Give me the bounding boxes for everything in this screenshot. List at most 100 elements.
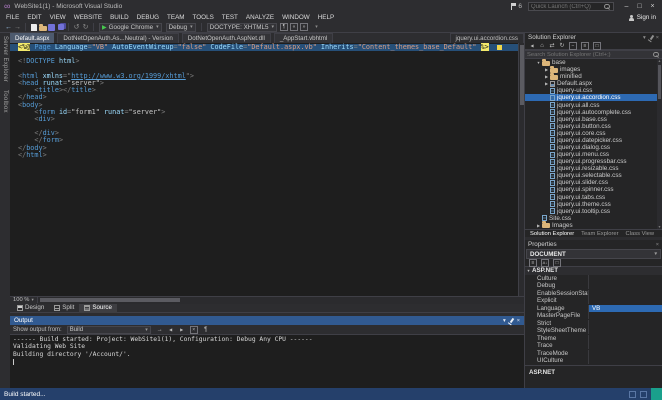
tree-item-jquery-ui-resizable-css[interactable]: jquery.ui.resizable.css (525, 165, 662, 172)
tab-default-aspx[interactable]: Default.aspx (10, 33, 55, 43)
editor-horizontal-scrollbar[interactable] (37, 296, 524, 304)
tree-item-images[interactable]: ▶ Images (525, 221, 662, 229)
uncomment-icon[interactable]: » (299, 23, 308, 31)
new-file-icon[interactable] (29, 23, 38, 32)
window-position-chevron-icon[interactable]: ▾ (643, 35, 646, 41)
properties-object-combo[interactable]: DOCUMENT ▾ (526, 249, 661, 259)
source-view-button[interactable]: Source (79, 302, 117, 313)
tree-item-jquery-ui-selectable-css[interactable]: jquery.ui.selectable.css (525, 172, 662, 179)
menu-item-analyze[interactable]: ANALYZE (242, 13, 278, 22)
pin-icon[interactable] (649, 34, 655, 41)
sign-in-link[interactable]: Sign in (637, 14, 656, 21)
property-row-debug[interactable]: Debug (525, 282, 662, 290)
property-value[interactable] (589, 320, 662, 328)
menu-item-debug[interactable]: DEBUG (133, 13, 163, 22)
show-all-files-icon[interactable]: ≡ (581, 41, 589, 50)
tree-item-base[interactable]: ▼ base (525, 59, 662, 66)
property-row-culture[interactable]: Culture (525, 274, 662, 283)
tree-item-jquery-ui-dialog-css[interactable]: jquery.ui.dialog.css (525, 144, 662, 151)
property-value[interactable] (589, 350, 662, 358)
sync-with-active-document-icon[interactable]: ↻ (558, 42, 566, 50)
code-line[interactable]: <%@ Page Language="VB" AutoEventWireup="… (10, 43, 524, 52)
pin-icon[interactable] (509, 317, 515, 324)
collapse-all-icon[interactable]: − (569, 41, 577, 50)
scroll-up-icon[interactable]: ▲ (658, 59, 661, 63)
search-input[interactable] (527, 51, 653, 58)
tree-item-jquery-ui-slider-css[interactable]: jquery.ui.slider.css (525, 179, 662, 186)
property-pages-icon[interactable]: □ (553, 258, 561, 267)
tree-item-jquery-ui-progressbar-css[interactable]: jquery.ui.progressbar.css (525, 158, 662, 165)
tab-appstart-vbhtml[interactable]: _AppStart.vbhtml (273, 33, 334, 43)
save-all-icon[interactable] (56, 23, 65, 32)
goto-message-icon[interactable]: → (156, 326, 164, 334)
menu-item-website[interactable]: WEBSITE (70, 13, 106, 22)
navigate-back-icon[interactable]: ← (4, 23, 13, 32)
code-line[interactable]: </div> (10, 130, 524, 137)
tree-item-jquery-ui-tabs-css[interactable]: jquery.ui.tabs.css (525, 193, 662, 201)
property-category[interactable]: ▼ ASP.NET (525, 267, 662, 275)
close-icon[interactable]: × (517, 318, 520, 324)
close-icon[interactable]: × (656, 35, 659, 41)
code-line[interactable]: <title></title> (10, 87, 524, 94)
menu-item-tools[interactable]: TOOLS (189, 13, 218, 22)
tree-item-default-aspx[interactable]: ▶ Default.aspx (525, 80, 662, 87)
tree-item-jquery-ui-tooltip-css[interactable]: jquery.ui.tooltip.css (525, 208, 662, 215)
tree-item-jquery-ui-base-css[interactable]: jquery.ui.base.css (525, 116, 662, 123)
open-file-icon[interactable] (38, 23, 47, 32)
categorized-icon[interactable]: ≡ (529, 258, 537, 267)
property-value[interactable] (589, 342, 662, 350)
comment-icon[interactable]: « (289, 23, 298, 31)
menu-item-help[interactable]: HELP (314, 13, 338, 22)
scroll-down-icon[interactable]: ▼ (658, 225, 661, 229)
expander-icon[interactable]: ▶ (543, 67, 550, 72)
toolbar-overflow-chevron[interactable]: ▾ (312, 23, 321, 32)
expander-icon[interactable]: ▼ (535, 61, 542, 65)
navigate-forward-icon[interactable]: → (13, 23, 22, 32)
word-wrap-icon[interactable]: ¶ (202, 326, 210, 334)
notification-flag-icon[interactable] (510, 3, 517, 10)
tree-item-jquery-ui-button-css[interactable]: jquery.ui.button.css (525, 123, 662, 130)
tree-scrollbar[interactable]: ▲ ▼ (657, 59, 662, 229)
scrollbar-thumb[interactable] (520, 45, 524, 105)
design-view-button[interactable]: Design (12, 303, 49, 313)
back-icon[interactable]: ◀ (528, 42, 536, 50)
tab-dotnetopenauth-aspnet-dll[interactable]: DotNetOpenAuth.AspNet.dll (181, 33, 271, 43)
expander-icon[interactable]: ▼ (525, 269, 532, 273)
property-row-uiculture[interactable]: UICulture (525, 357, 662, 365)
format-document-icon[interactable]: ¶ (279, 23, 288, 31)
property-row-stylesheettheme[interactable]: StyleSheetTheme (525, 327, 662, 335)
output-source-combo[interactable]: Build ▾ (66, 325, 151, 334)
property-value[interactable] (589, 290, 662, 298)
property-row-explicit[interactable]: Explicit (525, 297, 662, 305)
code-line[interactable]: <!DOCTYPE html> (10, 58, 524, 65)
property-row-enablesessionstate[interactable]: EnableSessionState (525, 289, 662, 298)
property-row-strict[interactable]: Strict (525, 319, 662, 328)
panel-tab-class-view[interactable]: Class View (623, 231, 658, 237)
sidebar-tab-toolbox[interactable]: Toolbox (2, 90, 8, 113)
property-row-trace[interactable]: Trace (525, 342, 662, 350)
property-value[interactable] (589, 327, 662, 335)
property-value[interactable] (589, 297, 662, 305)
code-line[interactable]: <div> (10, 115, 524, 123)
tree-item-jquery-ui-menu-css[interactable]: jquery.ui.menu.css (525, 151, 662, 158)
redo-icon[interactable]: ↻ (81, 23, 90, 32)
property-row-theme[interactable]: Theme (525, 334, 662, 343)
tab-jquery-ui-accordion-css[interactable]: jquery.ui.accordion.css (449, 33, 524, 43)
panel-tab-solution-explorer[interactable]: Solution Explorer (527, 231, 577, 237)
expander-icon[interactable]: ▶ (535, 223, 542, 228)
menu-item-view[interactable]: VIEW (46, 13, 70, 22)
tab-dotnetopenauth-as-neutral-version[interactable]: DotNetOpenAuth.As...Neutral) - Version (57, 33, 179, 43)
window-position-chevron-icon[interactable]: ▾ (503, 318, 506, 324)
code-line[interactable]: </form> (10, 137, 524, 144)
property-row-masterpagefile[interactable]: MasterPageFile (525, 312, 662, 320)
code-line[interactable]: <form id="form1" runat="server"> (10, 108, 524, 116)
tree-item-minified[interactable]: ▶ minified (525, 72, 662, 80)
save-icon[interactable] (47, 23, 56, 32)
doctype-combo[interactable]: DOCTYPE: XHTML5 ▾ (206, 22, 277, 32)
scrollbar-thumb[interactable] (658, 65, 661, 99)
code-line[interactable]: </html> (10, 151, 524, 159)
menu-item-edit[interactable]: EDIT (23, 13, 45, 22)
switch-views-icon[interactable]: ⇄ (548, 42, 556, 50)
property-value[interactable] (589, 275, 662, 283)
expander-icon[interactable]: ▶ (543, 81, 550, 86)
